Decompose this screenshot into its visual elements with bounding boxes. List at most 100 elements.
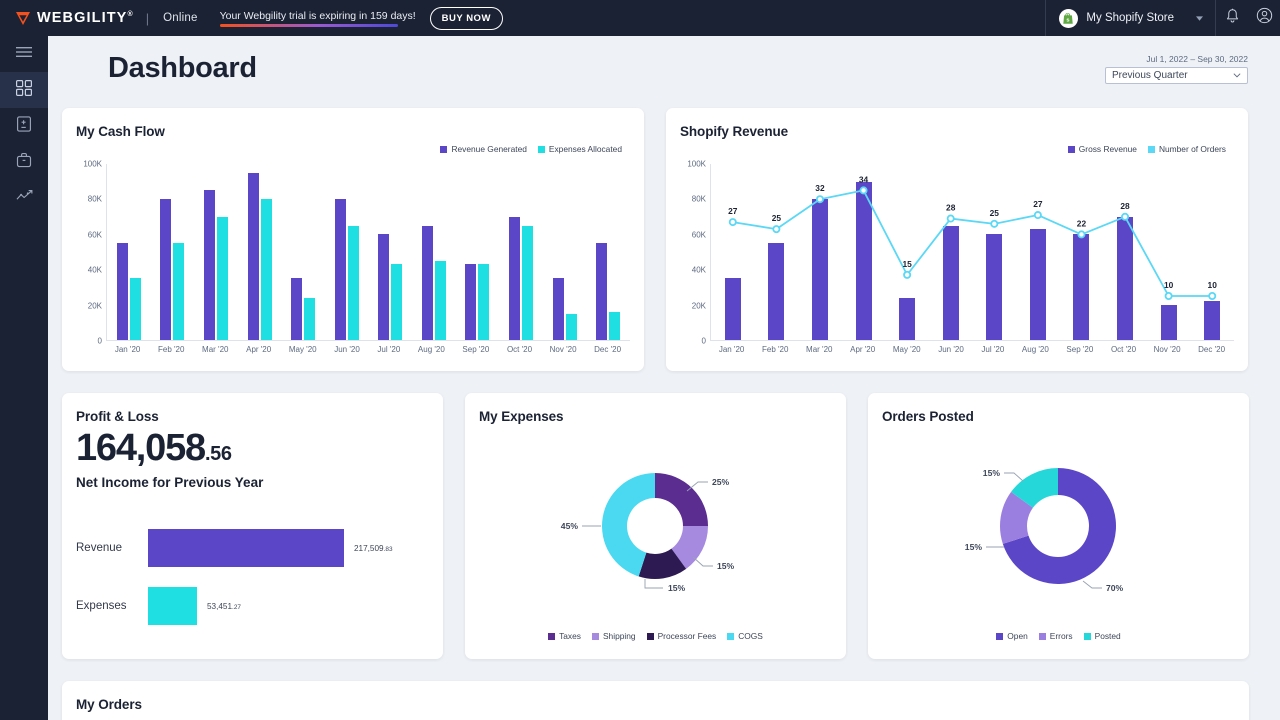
bar-group[interactable]	[248, 164, 272, 340]
leader-line	[1004, 473, 1023, 481]
net-income-subtitle: Net Income for Previous Year	[76, 475, 263, 490]
account-button[interactable]	[1248, 0, 1280, 36]
data-point[interactable]	[948, 215, 954, 221]
bar[interactable]	[130, 278, 141, 340]
bar[interactable]	[596, 243, 607, 340]
bar[interactable]	[509, 217, 520, 340]
data-point[interactable]	[991, 221, 997, 227]
legend-label: Taxes	[559, 631, 581, 641]
bar-group[interactable]	[335, 164, 359, 340]
legend-item[interactable]: Errors	[1039, 631, 1073, 641]
data-point-label: 10	[1164, 280, 1174, 290]
legend-item[interactable]: Open	[996, 631, 1028, 641]
data-point[interactable]	[860, 187, 866, 193]
card-profit-and-loss: Profit & Loss 164,058.56 Net Income for …	[62, 393, 443, 659]
bar[interactable]	[478, 264, 489, 340]
chevron-down-icon	[1196, 13, 1203, 23]
legend-item[interactable]: Revenue Generated	[440, 144, 526, 154]
buy-now-button[interactable]: BUY NOW	[430, 7, 503, 30]
bar[interactable]	[465, 264, 476, 340]
bar[interactable]	[522, 226, 533, 340]
legend-item[interactable]: Gross Revenue	[1068, 144, 1137, 154]
legend-swatch	[647, 633, 654, 640]
bar[interactable]	[566, 314, 577, 340]
data-point[interactable]	[904, 272, 910, 278]
data-point[interactable]	[1166, 293, 1172, 299]
y-axis-tick: 20K	[692, 301, 706, 310]
y-axis: 020K40K60K80K100K	[680, 164, 710, 341]
legend-item[interactable]: Taxes	[548, 631, 581, 641]
bar[interactable]	[248, 173, 259, 340]
pl-row-label: Expenses	[76, 600, 148, 612]
bar-group[interactable]	[160, 164, 184, 340]
bar-group[interactable]	[378, 164, 402, 340]
orders-donut-chart: 70%15%15%	[868, 429, 1249, 619]
bar-group[interactable]	[465, 164, 489, 340]
bar[interactable]	[378, 234, 389, 340]
bar-group[interactable]	[117, 164, 141, 340]
notifications-button[interactable]	[1216, 0, 1248, 36]
data-point[interactable]	[1122, 214, 1128, 220]
data-point[interactable]	[773, 226, 779, 232]
bar-group[interactable]	[596, 164, 620, 340]
slice-percent-label: 25%	[712, 477, 730, 487]
bar[interactable]	[422, 226, 433, 340]
data-point[interactable]	[1209, 293, 1215, 299]
bar[interactable]	[291, 278, 302, 340]
bar[interactable]	[609, 312, 620, 340]
bar[interactable]	[335, 199, 346, 340]
date-range-value: Previous Quarter	[1112, 70, 1188, 81]
legend-item[interactable]: Shipping	[592, 631, 636, 641]
sidebar-item-dashboard[interactable]	[0, 72, 48, 108]
leader-line	[1083, 581, 1102, 588]
date-range-select[interactable]: Previous Quarter	[1105, 67, 1248, 84]
data-point[interactable]	[730, 219, 736, 225]
bar[interactable]	[304, 298, 315, 340]
store-selector[interactable]: s My Shopify Store	[1045, 0, 1216, 36]
legend-label: Posted	[1095, 631, 1121, 641]
legend-label: Expenses Allocated	[549, 144, 622, 154]
bar-group[interactable]	[291, 164, 315, 340]
data-point[interactable]	[817, 196, 823, 202]
bar[interactable]	[204, 190, 215, 340]
x-axis-tick: Sep '20	[1066, 345, 1093, 354]
data-point-label: 27	[728, 206, 738, 216]
bar[interactable]	[391, 264, 402, 340]
bar[interactable]	[261, 199, 272, 340]
sidebar-item-analytics[interactable]	[0, 180, 48, 216]
legend-item[interactable]: Expenses Allocated	[538, 144, 622, 154]
bar[interactable]	[117, 243, 128, 340]
bar-group[interactable]	[204, 164, 228, 340]
legend-item[interactable]: Processor Fees	[647, 631, 717, 641]
bar[interactable]	[435, 261, 446, 340]
data-point[interactable]	[1078, 231, 1084, 237]
y-axis-tick: 40K	[692, 266, 706, 275]
sidebar-item-accounting[interactable]	[0, 108, 48, 144]
legend-item[interactable]: Posted	[1084, 631, 1121, 641]
x-axis-tick: Oct '20	[1111, 345, 1136, 354]
sidebar-item-orders[interactable]	[0, 144, 48, 180]
donut-slice[interactable]	[655, 473, 708, 526]
bar[interactable]	[217, 217, 228, 340]
x-axis-tick: Sep '20	[462, 345, 489, 354]
page-header: Dashboard Jul 1, 2022 – Sep 30, 2022 Pre…	[48, 36, 1280, 98]
sidebar-item-menu-toggle[interactable]	[0, 36, 48, 72]
x-axis-tick: Mar '20	[806, 345, 832, 354]
bar[interactable]	[173, 243, 184, 340]
data-point-label: 22	[1077, 218, 1087, 228]
legend-item[interactable]: Number of Orders	[1148, 144, 1226, 154]
slice-percent-label: 45%	[561, 521, 579, 531]
bar[interactable]	[348, 226, 359, 340]
y-axis-tick: 80K	[692, 195, 706, 204]
bar-group[interactable]	[553, 164, 577, 340]
bar-group[interactable]	[422, 164, 446, 340]
x-axis-tick: Mar '20	[202, 345, 228, 354]
legend-swatch	[1068, 146, 1075, 153]
bar[interactable]	[553, 278, 564, 340]
brand-logo[interactable]: WEBGILITY® | Online	[0, 10, 198, 26]
bar-group[interactable]	[509, 164, 533, 340]
data-point[interactable]	[1035, 212, 1041, 218]
bar[interactable]	[160, 199, 171, 340]
legend-item[interactable]: COGS	[727, 631, 763, 641]
y-axis-tick: 60K	[692, 230, 706, 239]
